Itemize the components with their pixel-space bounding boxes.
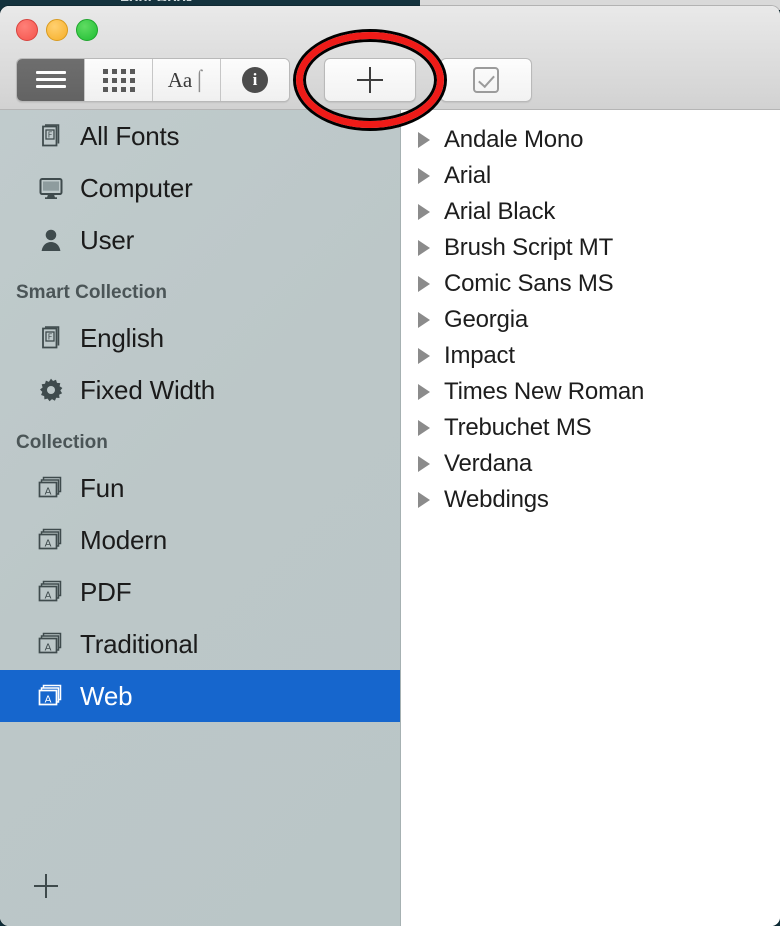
- font-family-list[interactable]: Andale Mono Arial Arial Black Brush Scri…: [401, 110, 780, 926]
- font-family-name: Verdana: [444, 450, 533, 477]
- sidebar-item-traditional[interactable]: A Traditional: [0, 618, 400, 670]
- font-info-button[interactable]: i: [221, 59, 289, 101]
- sidebar-item-web[interactable]: A Web: [0, 670, 400, 722]
- font-family-name: Arial Black: [444, 198, 556, 225]
- sample-text-view-button[interactable]: Aa ⌠: [153, 59, 221, 101]
- maximize-window-button[interactable]: [76, 19, 98, 41]
- sidebar-item-label: Traditional: [80, 628, 199, 659]
- info-icon: i: [242, 67, 268, 93]
- svg-text:F: F: [48, 130, 53, 139]
- sidebar-item-english[interactable]: F English: [0, 312, 400, 364]
- sidebar-item-fun[interactable]: A Fun: [0, 462, 400, 514]
- collection-icon: A: [38, 684, 62, 705]
- triangle-right-icon[interactable]: [418, 348, 430, 364]
- svg-text:A: A: [45, 590, 52, 601]
- screen: Font Book: [0, 0, 780, 926]
- collection-icon: A: [38, 476, 62, 497]
- view-mode-segmented-control[interactable]: Aa ⌠ i: [16, 58, 290, 102]
- sidebar-item-label: English: [80, 322, 164, 353]
- sidebar-item-user[interactable]: User: [0, 214, 400, 266]
- triangle-right-icon[interactable]: [418, 420, 430, 436]
- font-family-name: Arial: [444, 162, 492, 189]
- sidebar-item-fixed-width[interactable]: Fixed Width: [0, 364, 400, 416]
- font-family-name: Trebuchet MS: [444, 414, 592, 441]
- validate-font-button[interactable]: [440, 58, 532, 102]
- triangle-right-icon[interactable]: [418, 312, 430, 328]
- add-font-button[interactable]: [324, 58, 416, 102]
- sidebar-item-label: Fun: [80, 472, 125, 503]
- window-body: F All Fonts Computer User Smart Collecti…: [0, 110, 780, 926]
- plus-icon: [357, 67, 383, 93]
- triangle-right-icon[interactable]: [418, 168, 430, 184]
- triangle-right-icon[interactable]: [418, 492, 430, 508]
- sidebar-item-all-fonts[interactable]: F All Fonts: [0, 110, 400, 162]
- list-view-icon: [35, 71, 66, 89]
- font-list-item[interactable]: Georgia: [401, 302, 780, 338]
- sample-text-icon: Aa ⌠: [167, 67, 206, 92]
- user-icon: [41, 229, 61, 251]
- triangle-right-icon[interactable]: [418, 384, 430, 400]
- triangle-right-icon[interactable]: [418, 204, 430, 220]
- font-family-name: Brush Script MT: [444, 234, 614, 261]
- font-list-item[interactable]: Verdana: [401, 446, 780, 482]
- computer-icon: [39, 178, 63, 199]
- sidebar-header-smart-collection: Smart Collection: [16, 282, 167, 303]
- traffic-light-group: [16, 19, 98, 41]
- collection-icon: A: [38, 528, 62, 549]
- font-list-item[interactable]: Arial: [401, 158, 780, 194]
- font-list-item[interactable]: Arial Black: [401, 194, 780, 230]
- font-family-name: Georgia: [444, 306, 528, 333]
- list-view-button[interactable]: [17, 59, 85, 101]
- triangle-right-icon[interactable]: [418, 456, 430, 472]
- checkbox-icon: [473, 67, 499, 93]
- font-list-item[interactable]: Andale Mono: [401, 122, 780, 158]
- font-list-item[interactable]: Times New Roman: [401, 374, 780, 410]
- grid-view-icon: [102, 68, 135, 92]
- window-toolbar: Aa ⌠ i: [0, 6, 780, 128]
- sidebar-header-collection: Collection: [16, 432, 108, 453]
- sidebar-item-label: Web: [80, 680, 133, 711]
- sidebar-item-label: All Fonts: [80, 120, 180, 151]
- sidebar-item-label: PDF: [80, 576, 132, 607]
- background-window-title: Font Book: [120, 0, 194, 1]
- sidebar-item-label: Fixed Width: [80, 374, 216, 405]
- font-list-item[interactable]: Trebuchet MS: [401, 410, 780, 446]
- sidebar-item-label: User: [80, 224, 135, 255]
- svg-text:A: A: [45, 538, 52, 549]
- svg-text:A: A: [45, 486, 52, 497]
- font-list-item[interactable]: Brush Script MT: [401, 230, 780, 266]
- close-window-button[interactable]: [16, 19, 38, 41]
- add-collection-button[interactable]: [34, 874, 58, 898]
- font-family-name: Comic Sans MS: [444, 270, 614, 297]
- triangle-right-icon[interactable]: [418, 132, 430, 148]
- font-list-item[interactable]: Webdings: [401, 482, 780, 518]
- font-list-item[interactable]: Comic Sans MS: [401, 266, 780, 302]
- font-list-item[interactable]: Impact: [401, 338, 780, 374]
- triangle-right-icon[interactable]: [418, 276, 430, 292]
- font-family-name: Andale Mono: [444, 126, 584, 153]
- sidebar-item-modern[interactable]: A Modern: [0, 514, 400, 566]
- collection-icon: A: [38, 580, 62, 601]
- font-family-name: Webdings: [444, 486, 549, 513]
- sidebar-item-label: Computer: [80, 172, 193, 203]
- minimize-window-button[interactable]: [46, 19, 68, 41]
- collections-sidebar[interactable]: F All Fonts Computer User Smart Collecti…: [0, 110, 401, 926]
- font-family-name: Times New Roman: [444, 378, 645, 405]
- svg-text:A: A: [45, 642, 52, 653]
- font-book-window: Aa ⌠ i F All Fonts Computer User Smart C…: [0, 6, 780, 926]
- grid-view-button[interactable]: [85, 59, 153, 101]
- sidebar-item-computer[interactable]: Computer: [0, 162, 400, 214]
- triangle-right-icon[interactable]: [418, 240, 430, 256]
- sidebar-item-label: Modern: [80, 524, 167, 555]
- font-family-name: Impact: [444, 342, 515, 369]
- svg-text:A: A: [45, 694, 52, 705]
- font-book-icon: F: [42, 124, 60, 147]
- svg-text:F: F: [48, 332, 53, 341]
- sidebar-item-pdf[interactable]: A PDF: [0, 566, 400, 618]
- gear-icon: [40, 378, 63, 402]
- font-book-icon: F: [42, 326, 60, 349]
- collection-icon: A: [38, 632, 62, 653]
